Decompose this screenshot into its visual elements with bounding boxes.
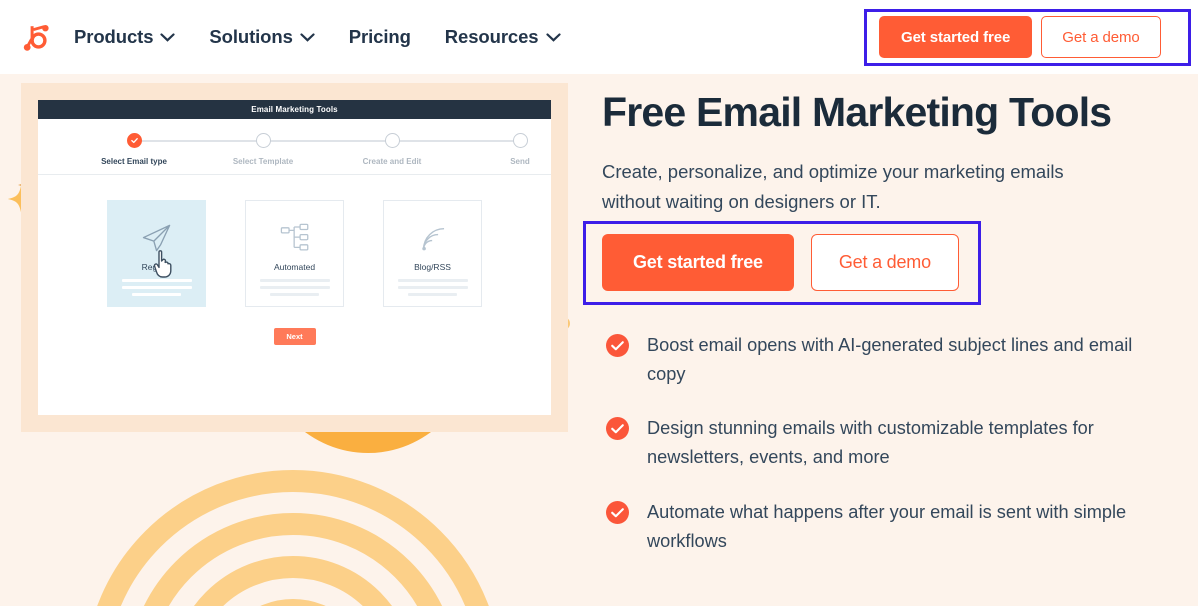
page-body: Email Marketing Tools Select Email type …: [0, 74, 1198, 606]
email-type-card-regular[interactable]: Regular: [107, 200, 206, 307]
feature-text: Design stunning emails with customizable…: [647, 418, 1094, 468]
email-type-card-automated[interactable]: Automated: [245, 200, 344, 307]
rss-signal-icon: [416, 218, 450, 258]
chevron-down-icon: [545, 32, 561, 42]
mockup-stepper: Select Email type Select Template Create…: [38, 119, 551, 175]
card-label: Automated: [273, 262, 316, 272]
step-dot-pending: [384, 133, 400, 148]
hero-content: Free Email Marketing Tools Create, perso…: [583, 74, 1172, 551]
workflow-tree-icon: [278, 218, 312, 258]
site-header: Products Solutions Pricing Resources Get…: [0, 0, 1198, 74]
feature-text: Automate what happens after your email i…: [647, 501, 1127, 551]
email-type-card-blog-rss[interactable]: Blog/RSS: [383, 200, 482, 307]
card-skeleton-lines: [259, 279, 330, 300]
mouse-cursor-icon: [153, 250, 172, 278]
list-item: Design stunning emails with customizable…: [606, 414, 1166, 472]
step-label: Create and Edit: [362, 157, 422, 166]
feature-text: Boost email opens with AI-generated subj…: [647, 335, 1133, 385]
step-dot-pending: [255, 133, 271, 148]
stepper-step-send[interactable]: Send: [460, 133, 551, 166]
step-label: Select Template: [232, 157, 294, 166]
card-label: Blog/RSS: [414, 262, 451, 272]
hero-cta-group: Get started free Get a demo: [602, 234, 959, 291]
stepper-step-select-template[interactable]: Select Template: [203, 133, 323, 166]
mockup-next-button[interactable]: Next: [273, 328, 316, 345]
stepper-step-create-and-edit[interactable]: Create and Edit: [332, 133, 452, 166]
check-circle-icon: [606, 334, 629, 357]
step-dot-pending: [512, 133, 528, 148]
product-screenshot-frame: Email Marketing Tools Select Email type …: [21, 83, 568, 432]
header-get-started-free-button[interactable]: Get started free: [879, 16, 1033, 58]
email-type-card-row: Regular: [38, 200, 551, 307]
check-icon: [130, 138, 138, 144]
hero-subtitle: Create, personalize, and optimize your m…: [602, 160, 1064, 212]
nav-item-solutions[interactable]: Solutions: [209, 26, 315, 48]
step-label: Select Email type: [101, 157, 167, 166]
mockup-window-title: Email Marketing Tools: [251, 105, 338, 114]
card-skeleton-lines: [121, 279, 192, 300]
nav-label: Products: [74, 26, 154, 47]
nav-label: Resources: [444, 26, 539, 47]
step-dot-completed: [126, 133, 142, 148]
product-screenshot-panel: Email Marketing Tools Select Email type …: [38, 100, 551, 415]
list-item: Automate what happens after your email i…: [606, 498, 1166, 556]
feature-list: Boost email opens with AI-generated subj…: [606, 331, 1166, 581]
step-label: Send: [510, 157, 530, 166]
nav-label: Pricing: [348, 26, 411, 47]
page-title: Free Email Marketing Tools: [602, 89, 1112, 135]
nav-label: Solutions: [209, 26, 293, 47]
header-get-a-demo-button[interactable]: Get a demo: [1041, 16, 1161, 58]
hero-get-a-demo-button[interactable]: Get a demo: [810, 234, 959, 291]
decorative-rings-graphic: [97, 470, 489, 606]
check-circle-icon: [606, 500, 629, 524]
stepper-step-select-email-type[interactable]: Select Email type: [74, 133, 194, 166]
mockup-titlebar: Email Marketing Tools: [38, 100, 551, 119]
list-item: Boost email opens with AI-generated subj…: [606, 331, 1166, 389]
hubspot-sprocket-icon: [23, 25, 49, 51]
check-circle-icon: [606, 417, 629, 441]
card-skeleton-lines: [397, 279, 468, 300]
main-navigation: Products Solutions Pricing Resources: [74, 26, 561, 48]
header-cta-group: Get started free Get a demo: [879, 16, 1161, 58]
hubspot-sprocket-logo[interactable]: [18, 20, 52, 54]
chevron-down-icon: [160, 32, 175, 42]
nav-item-pricing[interactable]: Pricing: [349, 26, 411, 48]
nav-item-products[interactable]: Products: [74, 26, 175, 48]
nav-item-resources[interactable]: Resources: [445, 26, 561, 48]
chevron-down-icon: [300, 32, 315, 42]
hero-get-started-free-button[interactable]: Get started free: [602, 234, 794, 291]
